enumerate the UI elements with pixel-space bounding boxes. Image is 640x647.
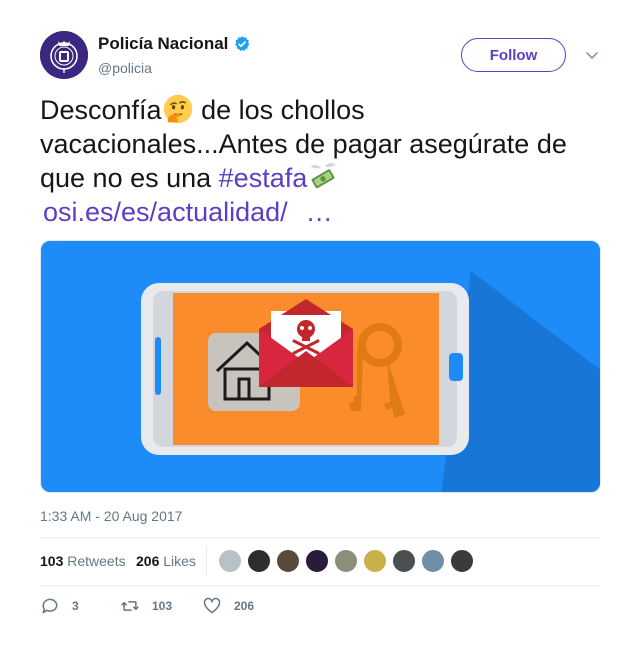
tweet-line-3: que no es una #estafa bbox=[40, 161, 600, 195]
retweets-stat[interactable]: 103 Retweets bbox=[40, 553, 126, 569]
reply-icon bbox=[42, 598, 58, 614]
liker-avatar[interactable] bbox=[421, 549, 445, 573]
verified-badge-icon bbox=[235, 36, 250, 51]
retweets-count: 103 bbox=[40, 553, 64, 569]
liker-avatar[interactable] bbox=[218, 549, 242, 573]
stats-separator bbox=[206, 546, 207, 576]
avatar[interactable] bbox=[40, 31, 88, 79]
liker-avatar[interactable] bbox=[334, 549, 358, 573]
liker-avatars bbox=[218, 549, 479, 573]
tweet-header: Policía Nacional @policia Follow bbox=[40, 31, 600, 83]
likes-stat[interactable]: 206 Likes bbox=[136, 553, 196, 569]
thinking-face-icon bbox=[163, 94, 192, 124]
tweet-text-segment: que no es una bbox=[40, 163, 219, 193]
chevron-down-icon[interactable] bbox=[584, 47, 600, 63]
likes-label: Likes bbox=[163, 553, 196, 569]
likes-count: 206 bbox=[136, 553, 160, 569]
external-link[interactable]: osi.es/es/actualidad/ bbox=[43, 197, 288, 227]
liker-avatar[interactable] bbox=[247, 549, 271, 573]
tweet-line-4: osi.es/es/actualidad/ … bbox=[40, 195, 600, 229]
hashtag-link[interactable]: #estafa bbox=[219, 163, 308, 193]
liker-avatar[interactable] bbox=[363, 549, 387, 573]
name-row: Policía Nacional bbox=[98, 34, 251, 54]
police-crest-icon bbox=[40, 31, 88, 79]
scam-email-illustration bbox=[41, 241, 600, 492]
liker-avatar[interactable] bbox=[450, 549, 474, 573]
ellipsis: … bbox=[305, 197, 333, 227]
tweet-text-segment: de los chollos bbox=[193, 95, 365, 125]
retweet-count: 103 bbox=[152, 599, 173, 613]
liker-avatar[interactable] bbox=[392, 549, 416, 573]
tweet-text-segment: Desconfía bbox=[40, 95, 162, 125]
tweet-media-image[interactable] bbox=[40, 240, 601, 493]
follow-button[interactable]: Follow bbox=[461, 38, 566, 72]
retweet-icon bbox=[121, 601, 139, 611]
tweet-timestamp[interactable]: 1:33 AM - 20 Aug 2017 bbox=[40, 508, 182, 524]
retweets-label: Retweets bbox=[67, 553, 126, 569]
tweet-stats: 103 Retweets 206 Likes bbox=[40, 538, 600, 584]
reply-button[interactable]: 3 bbox=[40, 596, 79, 616]
reply-count: 3 bbox=[72, 599, 79, 613]
tweet-line-1: Desconfía de los chollos bbox=[40, 93, 600, 127]
display-name[interactable]: Policía Nacional bbox=[98, 34, 228, 54]
retweet-button[interactable]: 103 bbox=[120, 596, 172, 616]
liker-avatar[interactable] bbox=[305, 549, 329, 573]
like-button[interactable]: 206 bbox=[202, 596, 254, 616]
money-with-wings-icon bbox=[310, 163, 336, 189]
heart-icon bbox=[203, 597, 221, 614]
liker-avatar[interactable] bbox=[276, 549, 300, 573]
like-count: 206 bbox=[234, 599, 255, 613]
tweet-text: Desconfía de los chollos vacacionales...… bbox=[40, 93, 600, 229]
divider bbox=[40, 585, 600, 586]
tweet-actions: 3 103 206 bbox=[40, 596, 600, 620]
tweet-line-2: vacacionales...Antes de pagar asegúrate … bbox=[40, 129, 567, 159]
user-handle[interactable]: @policia bbox=[98, 60, 152, 76]
